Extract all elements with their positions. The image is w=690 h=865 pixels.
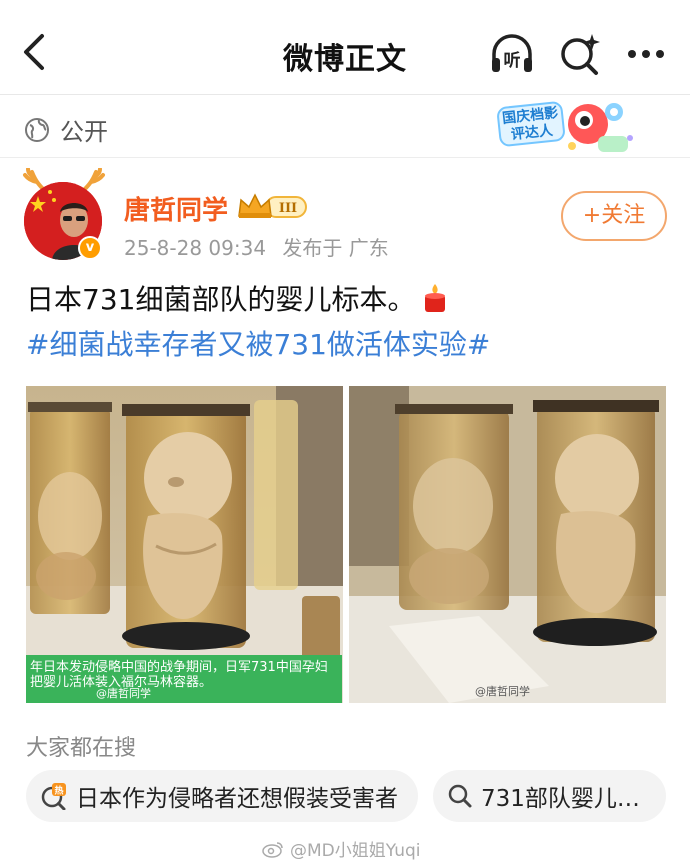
headphones-listen-icon: 听 [492,34,532,72]
candle-emoji-icon [425,284,446,312]
search-chip-label-2: 731部队婴儿… [481,786,640,812]
specimen-jars-photo-2 [349,386,666,703]
post-location: 发布于 广东 [282,236,389,260]
listen-button[interactable]: 听 [488,30,536,78]
more-button[interactable] [622,30,670,78]
search-icon [448,784,472,808]
topic-link[interactable]: #细菌战幸存者又被731做活体实验# [26,323,490,363]
crown-level-icon: III [238,193,307,218]
search-button[interactable] [556,30,604,78]
search-sparkle-icon [561,34,600,75]
post-text-content: 日本731细菌部队的婴儿标本。 [26,283,416,316]
visibility-indicator: 公开 [24,112,108,147]
search-chip-2[interactable]: 731部队婴儿… [433,770,666,822]
hot-search-icon: 热 [41,783,66,810]
more-dots-icon [628,50,664,58]
top-bar: 微博正文 听 [0,0,690,95]
visibility-bar: 公开 国庆档影评达人 [0,96,690,158]
follow-button[interactable]: +关注 [561,191,667,241]
post-meta: 25-8-28 09:34 发布于 广东 [124,232,389,261]
post-text: 日本731细菌部队的婴儿标本。 [26,278,449,318]
mascot-badge-icon [568,103,633,152]
visibility-label: 公开 [60,118,108,146]
image-caption: 年日本发动侵略中国的战争期间，日军731中国孕妇把婴儿活体装入福尔马林容器。 [26,655,342,703]
svg-text:热: 热 [54,785,63,797]
footer-watermark-text: @MD小姐姐Yuqi [290,841,421,861]
post-image-2[interactable]: @唐哲同学 [349,386,666,703]
image-caption-handle: @唐哲同学 [96,687,151,700]
level-badge-text: III [279,201,297,216]
author-name[interactable]: 唐哲同学 [124,190,228,227]
verified-badge: v [78,236,102,260]
weibo-logo-icon [262,841,283,858]
globe-icon [25,117,49,142]
search-chip-1[interactable]: 热 日本作为侵略者还想假装受害者 [26,770,418,822]
trending-search-title: 大家都在搜 [26,736,137,761]
mascot-badge[interactable]: 国庆档影评达人 [496,98,638,158]
listen-label: 听 [504,50,521,71]
post-date: 25-8-28 09:34 [124,236,267,260]
footer-watermark: @MD小姐姐Yuqi [262,836,420,861]
post-image-1[interactable]: 年日本发动侵略中国的战争期间，日军731中国孕妇把婴儿活体装入福尔马林容器。 @… [26,386,343,703]
badge-pill-text: 国庆档影评达人 [496,100,566,148]
image-watermark: @唐哲同学 [475,685,530,698]
search-chip-label-1: 日本作为侵略者还想假装受害者 [76,786,398,812]
